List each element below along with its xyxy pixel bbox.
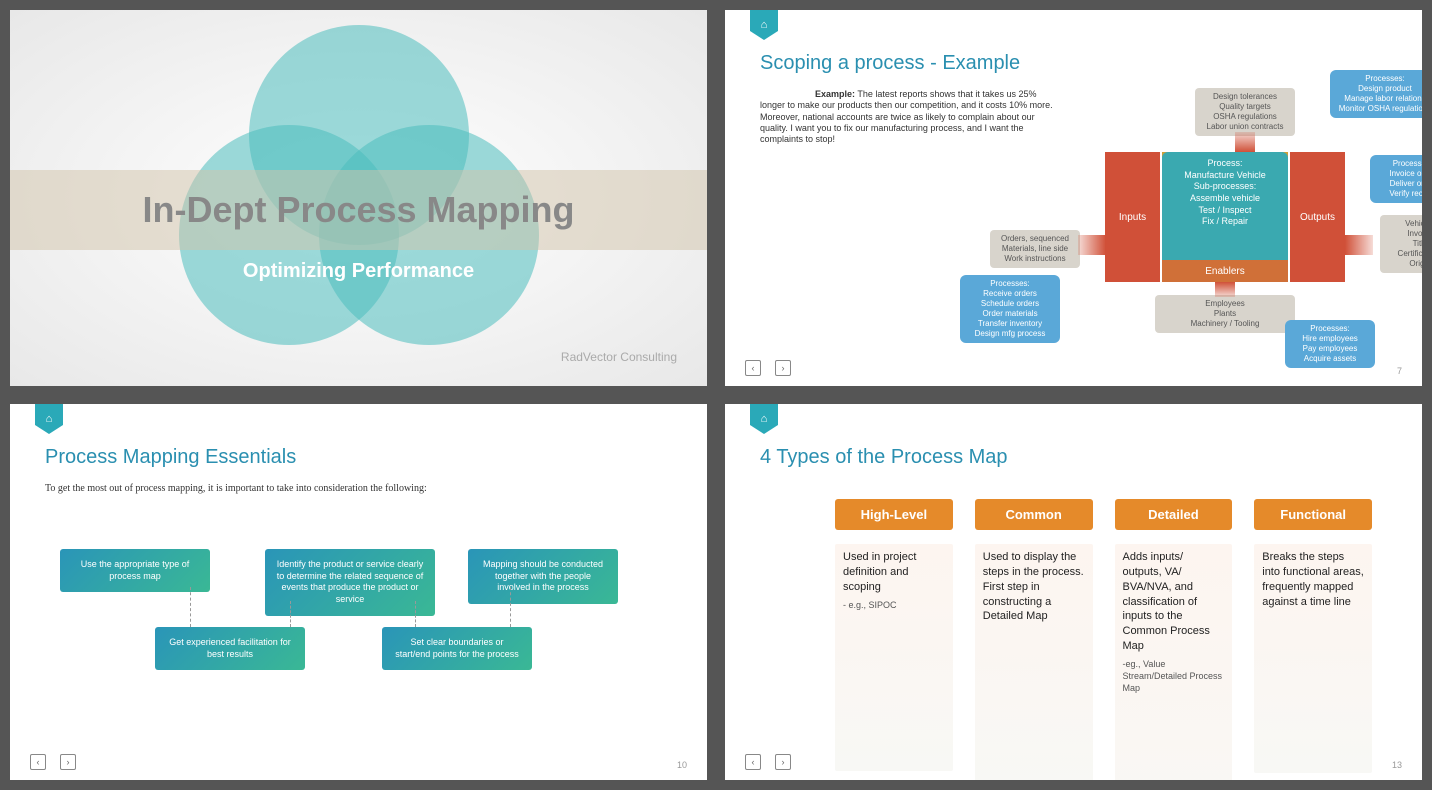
enablers-list: EmployeesPlantsMachinery / Tooling (1155, 295, 1295, 333)
home-icon[interactable]: ⌂ (750, 10, 778, 40)
page-number: 13 (1392, 760, 1402, 770)
outputs-processes: Processes:Invoice orderDeliver orderVeri… (1370, 155, 1422, 203)
guides-list: Design tolerancesQuality targetsOSHA reg… (1195, 88, 1295, 136)
nav-buttons: ‹ › (745, 360, 791, 376)
prev-button[interactable]: ‹ (745, 360, 761, 376)
connector (190, 587, 191, 627)
nav-buttons: ‹ › (30, 754, 76, 770)
prev-button[interactable]: ‹ (30, 754, 46, 770)
essential-box: Use the appropriate type of process map (60, 549, 210, 592)
essential-box: Mapping should be conducted together wit… (468, 549, 618, 604)
type-header: Detailed (1115, 499, 1233, 530)
arrow-right-icon (1078, 235, 1106, 255)
slide-1-title: In-Dept Process Mapping Optimizing Perfo… (10, 10, 707, 386)
connector (415, 601, 416, 627)
type-text: Adds inputs/ outputs, VA/ BVA/NVA, and c… (1123, 551, 1210, 652)
process-frame: Guides Inputs Process:Manufacture Vehicl… (1105, 152, 1345, 282)
title-band: In-Dept Process Mapping (10, 170, 707, 250)
connector (290, 601, 291, 627)
slide-title: 4 Types of the Process Map (760, 446, 1422, 469)
arrow-up-icon (1215, 282, 1235, 297)
type-text: Used in project definition and scoping (843, 551, 916, 593)
guides-processes: Processes:Design productManage labor rel… (1330, 70, 1422, 118)
brand-label: RadVector Consulting (561, 350, 677, 364)
type-column: High-Level Used in project definition an… (835, 499, 953, 780)
type-body: Used in project definition and scoping - … (835, 544, 953, 771)
page-number: 7 (1397, 366, 1402, 376)
example-label: Example: (815, 89, 855, 99)
type-body: Breaks the steps into functional areas, … (1254, 544, 1372, 773)
inputs-processes: Processes:Receive ordersSchedule ordersO… (960, 275, 1060, 343)
next-button[interactable]: › (775, 754, 791, 770)
slide-3-essentials: ⌂ Process Mapping Essentials To get the … (10, 404, 707, 780)
type-column: Common Used to display the steps in the … (975, 499, 1093, 780)
type-body: Adds inputs/ outputs, VA/ BVA/NVA, and c… (1115, 544, 1233, 780)
intro-text: To get the most out of process mapping, … (45, 483, 707, 494)
slide-4-types: ⌂ 4 Types of the Process Map High-Level … (725, 404, 1422, 780)
essential-box: Get experienced facilitation for best re… (155, 627, 305, 670)
nav-buttons: ‹ › (745, 754, 791, 770)
type-column: Detailed Adds inputs/ outputs, VA/ BVA/N… (1115, 499, 1233, 780)
inputs-label: Inputs (1105, 152, 1160, 282)
type-body: Used to display the steps in the process… (975, 544, 1093, 780)
main-title: In-Dept Process Mapping (142, 189, 574, 231)
type-sub: -eg., Value Stream/Detailed Process Map (1123, 658, 1225, 694)
outputs-list: VehiclesInvoiceTitleCertificate of Origi… (1380, 215, 1422, 273)
slide-grid: In-Dept Process Mapping Optimizing Perfo… (10, 10, 1422, 780)
home-icon[interactable]: ⌂ (35, 404, 63, 434)
type-header: High-Level (835, 499, 953, 530)
enablers-processes: Processes:Hire employeesPay employeesAcq… (1285, 320, 1375, 368)
type-column: Functional Breaks the steps into functio… (1254, 499, 1372, 780)
page-number: 10 (677, 760, 687, 770)
essential-box: Set clear boundaries or start/end points… (382, 627, 532, 670)
enablers-label: Enablers (1162, 260, 1288, 282)
type-text: Used to display the steps in the process… (983, 551, 1084, 622)
slide-2-scoping: ⌂ Scoping a process - Example Example: T… (725, 10, 1422, 386)
outputs-label: Outputs (1290, 152, 1345, 282)
home-icon[interactable]: ⌂ (750, 404, 778, 434)
prev-button[interactable]: ‹ (745, 754, 761, 770)
slide-title: Process Mapping Essentials (45, 446, 707, 469)
type-columns: High-Level Used in project definition an… (835, 499, 1372, 780)
connector (510, 587, 511, 627)
inputs-list: Orders, sequencedMaterials, line sideWor… (990, 230, 1080, 268)
scoping-diagram: Design tolerancesQuality targetsOSHA reg… (860, 70, 1412, 356)
arrow-down-icon (1235, 132, 1255, 152)
type-text: Breaks the steps into functional areas, … (1262, 551, 1364, 608)
type-sub: - e.g., SIPOC (843, 599, 945, 611)
next-button[interactable]: › (60, 754, 76, 770)
arrow-left-icon (1345, 235, 1373, 255)
subtitle: Optimizing Performance (10, 260, 707, 283)
type-header: Functional (1254, 499, 1372, 530)
type-header: Common (975, 499, 1093, 530)
next-button[interactable]: › (775, 360, 791, 376)
